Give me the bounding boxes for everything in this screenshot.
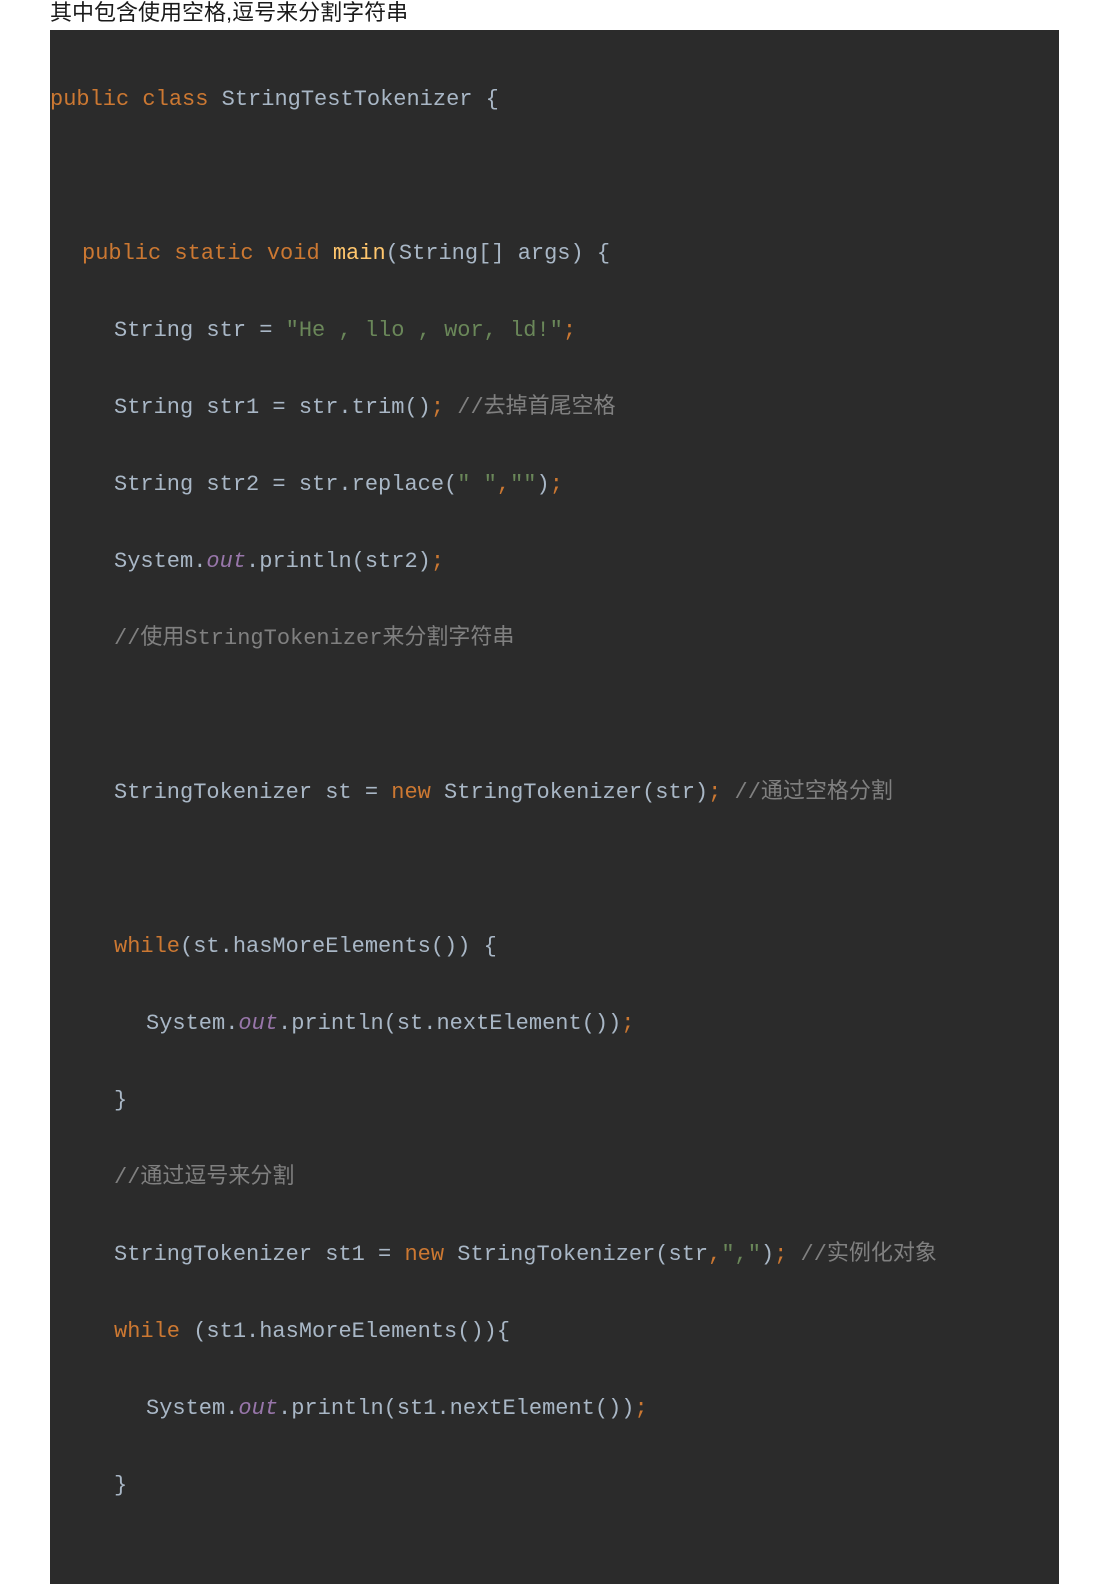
comment: //通过空格分割 [721,780,893,805]
semicolon: ; [635,1396,648,1421]
semicolon: ; [550,472,563,497]
comma: , [708,1242,721,1267]
semicolon: ; [431,395,444,420]
code-line: public static void main(String[] args) { [50,235,1059,274]
code-text: String str = [114,318,286,343]
brace: } [114,1473,127,1498]
code-line: } [50,1467,1059,1506]
brace: } [114,1088,127,1113]
code-line: String str1 = str.trim(); //去掉首尾空格 [50,389,1059,428]
semicolon: ; [621,1011,634,1036]
code-line: while(st.hasMoreElements()) { [50,928,1059,967]
code-text: .println(st.nextElement()) [278,1011,621,1036]
code-text: System. [146,1396,238,1421]
keyword-new: new [391,780,431,805]
code-text: StringTokenizer st = [114,780,391,805]
comment: //使用StringTokenizer来分割字符串 [114,626,514,651]
comment: //通过逗号来分割 [114,1165,294,1190]
code-line: String str = "He , llo , wor, ld!"; [50,312,1059,351]
keyword-static: static [174,241,253,266]
code-line: //通过逗号来分割 [50,1159,1059,1198]
code-line [50,158,1059,197]
keyword-public: public [82,241,161,266]
string-literal: "," [721,1242,761,1267]
field-out: out [238,1011,278,1036]
code-text: ) [761,1242,774,1267]
string-literal: " " [457,472,497,497]
code-line: StringTokenizer st1 = new StringTokenize… [50,1236,1059,1275]
comment: //去掉首尾空格 [444,395,616,420]
code-editor: public class StringTestTokenizer { publi… [50,30,1059,1584]
semicolon: ; [708,780,721,805]
params: (String[] args) { [386,241,610,266]
keyword-new: new [404,1242,444,1267]
keyword-void: void [267,241,320,266]
method-main: main [333,241,386,266]
code-line: public class StringTestTokenizer { [50,81,1059,120]
code-text: System. [146,1011,238,1036]
code-text: .println(st1.nextElement()) [278,1396,634,1421]
code-line [50,851,1059,890]
code-line: } [50,1082,1059,1121]
code-text: (st1.hasMoreElements()){ [180,1319,510,1344]
keyword-while: while [114,1319,180,1344]
class-name: StringTestTokenizer [222,87,473,112]
code-line: System.out.println(str2); [50,543,1059,582]
field-out: out [238,1396,278,1421]
semicolon: ; [431,549,444,574]
code-text: System. [114,549,206,574]
string-literal: "He , llo , wor, ld!" [286,318,563,343]
semicolon: ; [774,1242,787,1267]
keyword-while: while [114,934,180,959]
code-text: String str2 = str.replace( [114,472,457,497]
comma: , [497,472,510,497]
code-text: .println(str2) [246,549,431,574]
code-line [50,697,1059,736]
code-text: String str1 = str.trim() [114,395,431,420]
keyword-class: class [142,87,208,112]
code-line: System.out.println(st.nextElement()); [50,1005,1059,1044]
brace: { [472,87,498,112]
semicolon: ; [563,318,576,343]
code-line: StringTokenizer st = new StringTokenizer… [50,774,1059,813]
comment: //实例化对象 [787,1242,937,1267]
code-text: (st.hasMoreElements()) { [180,934,497,959]
field-out: out [206,549,246,574]
code-text: StringTokenizer st1 = [114,1242,404,1267]
code-text: StringTokenizer(str) [431,780,708,805]
code-text: ) [536,472,549,497]
code-line: System.out.println(st1.nextElement()); [50,1390,1059,1429]
code-line: String str2 = str.replace(" ",""); [50,466,1059,505]
keyword-public: public [50,87,129,112]
description-text: 其中包含使用空格,逗号来分割字符串 [0,0,1109,26]
code-line: while (st1.hasMoreElements()){ [50,1313,1059,1352]
code-line: //使用StringTokenizer来分割字符串 [50,620,1059,659]
code-text: StringTokenizer(str [444,1242,708,1267]
string-literal: "" [510,472,536,497]
